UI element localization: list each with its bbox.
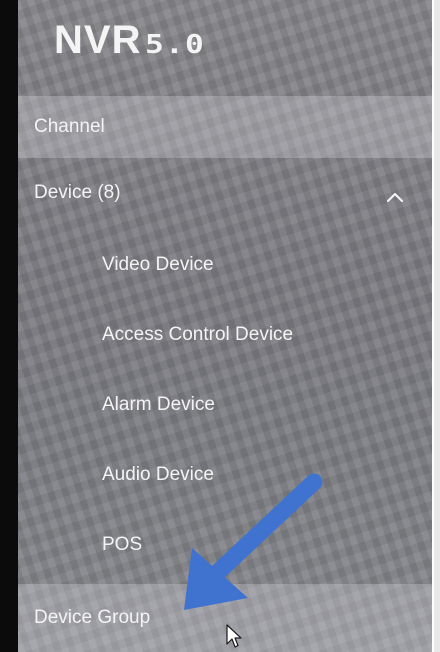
- sidebar-item-label: Video Device: [102, 254, 214, 275]
- window-frame-left: [0, 0, 18, 652]
- sidebar-item-label: Channel: [34, 116, 105, 137]
- arrow-icon: [184, 473, 323, 610]
- sidebar-subitem-video-device[interactable]: Video Device: [18, 232, 432, 298]
- sidebar-item-label: POS: [102, 534, 143, 555]
- app-logo: NVR 5.0: [54, 18, 204, 80]
- sidebar-item-label: Device (8): [34, 182, 121, 203]
- sidebar-item-label: Access Control Device: [102, 324, 294, 345]
- sidebar-item-channel[interactable]: Channel: [18, 96, 432, 158]
- window-frame-right: [434, 0, 440, 652]
- sidebar-subitem-alarm-device[interactable]: Alarm Device: [18, 372, 432, 438]
- sidebar-item-label: Alarm Device: [102, 394, 215, 415]
- logo-version: 5.0: [145, 30, 206, 60]
- sidebar-item-device[interactable]: Device (8): [18, 160, 432, 226]
- mouse-cursor-icon: [226, 624, 242, 648]
- sidebar-item-label: Device Group: [34, 607, 151, 628]
- sidebar-subitem-access-control-device[interactable]: Access Control Device: [18, 302, 432, 368]
- logo-text: NVR: [54, 18, 142, 62]
- chevron-up-icon[interactable]: [386, 189, 404, 207]
